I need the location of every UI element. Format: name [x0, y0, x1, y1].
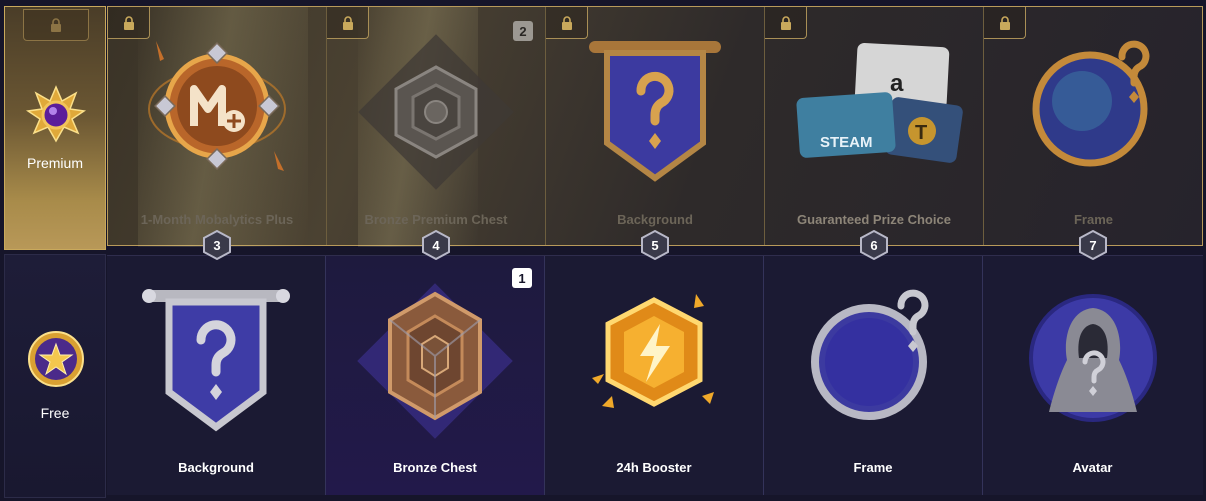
mobalytics-plus-medallion-icon: [148, 41, 286, 171]
free-reward-avatar[interactable]: Avatar: [983, 256, 1202, 495]
premium-lock[interactable]: [23, 9, 89, 41]
level-marker: 5: [641, 230, 669, 260]
free-reward-frame[interactable]: Frame: [764, 256, 983, 495]
free-reward-24h-booster[interactable]: 24h Booster: [545, 256, 764, 495]
lock-icon: [51, 18, 61, 32]
free-label: Free: [40, 405, 70, 421]
premium-reward-background[interactable]: Background: [546, 7, 765, 245]
t-card-label: T: [915, 122, 927, 144]
reward-name: Background: [178, 460, 254, 475]
reward-name: Avatar: [1072, 460, 1113, 475]
reward-name: Frame: [853, 460, 893, 475]
lock-icon: [780, 15, 791, 30]
reward-name: Frame: [1073, 212, 1114, 227]
frame-question-icon: [811, 289, 929, 420]
free-reward-background[interactable]: Background: [107, 256, 326, 495]
bronze-chest-icon: [357, 283, 513, 439]
reward-name: Bronze Premium Chest: [364, 212, 508, 227]
reward-lock: [546, 7, 588, 39]
amazon-card-label: a: [890, 70, 904, 97]
level-marker: 3: [203, 230, 231, 260]
premium-crest-icon: [25, 85, 87, 143]
free-track-header: Free: [4, 254, 106, 498]
reward-name: Bronze Chest: [393, 460, 477, 475]
star-medal-icon: [28, 331, 84, 387]
banner-question-icon: [142, 289, 290, 432]
lock-icon: [561, 15, 572, 30]
banner-question-icon: [589, 41, 721, 182]
reward-name: Background: [617, 212, 693, 227]
steam-card-label: STEAM: [820, 134, 873, 151]
track-sidebar: Premium Free: [4, 6, 106, 498]
free-reward-bronze-chest[interactable]: 1 Bronze Chest: [326, 256, 545, 495]
frame-question-icon: [1032, 40, 1149, 167]
level-marker: 7: [1079, 230, 1107, 260]
reward-name: 1-Month Mobalytics Plus: [140, 212, 294, 227]
premium-reward-frame[interactable]: Frame: [984, 7, 1203, 245]
lock-icon: [123, 15, 134, 30]
premium-reward-mobalytics-plus[interactable]: 1-Month Mobalytics Plus: [108, 7, 327, 245]
free-track: Background 1 Bronze Chest 24h Booster Fr…: [107, 255, 1203, 495]
reward-name: Guaranteed Prize Choice: [797, 212, 951, 227]
hooded-avatar-icon: [1028, 294, 1157, 422]
reward-lock: [984, 7, 1026, 39]
level-marker: 4: [422, 230, 450, 260]
gift-cards-icon: STEAM a T: [796, 42, 963, 163]
reward-lock: [765, 7, 807, 39]
lightning-hex-icon: [592, 294, 714, 408]
bronze-chest-icon: [358, 34, 514, 190]
premium-reward-guaranteed-prize-choice[interactable]: STEAM a T Guaranteed Prize Choice: [765, 7, 984, 245]
lock-icon: [999, 15, 1010, 30]
premium-reward-bronze-premium-chest[interactable]: 2 Bronze Premium Chest: [327, 7, 546, 245]
level-marker: 6: [860, 230, 888, 260]
reward-name: 24h Booster: [616, 460, 692, 475]
premium-label: Premium: [26, 155, 83, 171]
premium-track: 1-Month Mobalytics Plus 2 Bronze Premium…: [107, 6, 1203, 247]
premium-track-header: Premium: [4, 6, 106, 250]
